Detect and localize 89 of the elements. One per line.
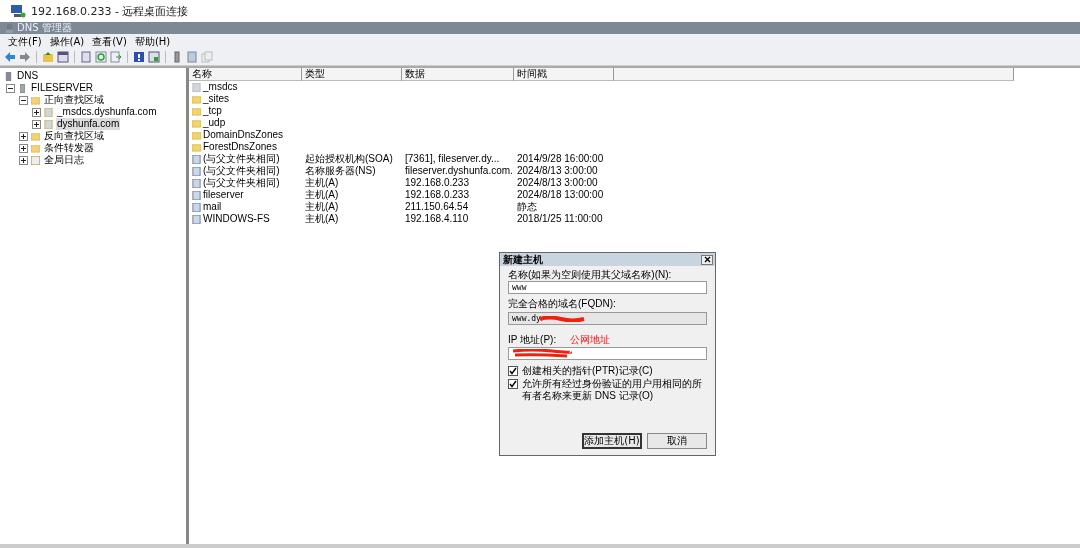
tree-item[interactable]: 反向查找区域: [43, 130, 105, 142]
forward-icon[interactable]: [19, 50, 31, 63]
redaction-mark: [512, 349, 572, 358]
fqdn-field: www.dy: [508, 312, 707, 325]
export-icon[interactable]: [110, 50, 122, 63]
record-data: 211.150.64.54: [405, 201, 469, 213]
record-data: 192.168.4.110: [405, 213, 469, 225]
zone-icon: [192, 82, 201, 92]
tree-item[interactable]: 全局日志: [43, 154, 85, 166]
record-type: 起始授权机构(SOA): [305, 153, 393, 165]
record-data: 192.168.0.233: [405, 177, 469, 189]
checkbox-label[interactable]: 允许所有经过身份验证的用户用相同的所有者名称来更新 DNS 记录(O): [522, 378, 707, 402]
record-name[interactable]: _tcp: [203, 105, 222, 117]
column-header[interactable]: 类型: [302, 68, 402, 81]
computer-icon: [10, 4, 26, 18]
app-title: DNS 管理器: [17, 22, 72, 34]
tree-item[interactable]: FILESERVER: [30, 82, 95, 94]
close-icon: [703, 256, 711, 263]
expand-icon[interactable]: [32, 119, 41, 129]
record-timestamp: 2018/1/25 11:00:00: [517, 213, 603, 225]
field-label: 名称(如果为空则使用其父域名称)(N):: [508, 269, 673, 281]
name-field[interactable]: www: [508, 281, 707, 294]
dialog-button[interactable]: 添加主机(H): [582, 433, 642, 449]
expand-icon[interactable]: [19, 155, 28, 165]
record-timestamp: 2024/8/18 13:00:00: [517, 189, 604, 201]
ip-field[interactable]: [508, 347, 707, 360]
checkbox[interactable]: [508, 366, 518, 376]
scrollbar[interactable]: [0, 544, 1080, 548]
field-label: IP 地址(P):: [508, 334, 557, 346]
window-title: 192.168.0.233 - 远程桌面连接: [31, 3, 189, 19]
pane-icon[interactable]: [57, 50, 69, 63]
menu-item[interactable]: 帮助(H): [134, 34, 171, 48]
column-header[interactable]: 时间戳: [514, 68, 614, 81]
record-name[interactable]: _udp: [203, 117, 226, 129]
window-icon[interactable]: [148, 50, 160, 63]
record-data: [7361], fileserver.dy...: [405, 153, 500, 165]
server-icon[interactable]: [171, 50, 183, 63]
record-name[interactable]: fileserver: [203, 189, 244, 201]
collapse-icon[interactable]: [6, 83, 15, 93]
record-name[interactable]: _sites: [203, 93, 230, 105]
dialog-title: 新建主机: [503, 253, 543, 266]
record-type: 主机(A): [305, 177, 339, 189]
back-icon[interactable]: [4, 50, 16, 63]
collapse-icon[interactable]: [19, 95, 28, 105]
dns-icon: [6, 23, 13, 33]
up-folder-icon[interactable]: [42, 50, 54, 63]
record-name[interactable]: DomainDnsZones: [203, 129, 284, 141]
record-data: 192.168.0.233: [405, 189, 469, 201]
folder-icon: [31, 95, 40, 105]
record-timestamp: 2024/8/13 3:00:00: [517, 165, 598, 177]
checkbox[interactable]: [508, 379, 518, 389]
dns-icon: [4, 71, 13, 81]
record-timestamp: 静态: [517, 201, 537, 213]
record-data: fileserver.dyshunfa.com.: [405, 165, 513, 177]
record-timestamp: 2024/8/13 3:00:00: [517, 177, 598, 189]
record-type: 主机(A): [305, 213, 339, 225]
refresh-icon[interactable]: [95, 50, 107, 63]
record-type: 主机(A): [305, 201, 339, 213]
record-name[interactable]: mail: [203, 201, 222, 213]
expand-icon[interactable]: [19, 131, 28, 141]
record-name[interactable]: ForestDnsZones: [203, 141, 277, 153]
checkbox-label[interactable]: 创建相关的指针(PTR)记录(C): [522, 365, 653, 377]
record-type: 名称服务器(NS): [305, 165, 376, 177]
record-name[interactable]: (与父文件夹相同): [203, 177, 280, 189]
tree-item[interactable]: DNS: [16, 70, 40, 82]
record-type: 主机(A): [305, 189, 339, 201]
document-icon[interactable]: [80, 50, 92, 63]
menu-item[interactable]: 文件(F): [8, 34, 42, 48]
record-name[interactable]: (与父文件夹相同): [203, 153, 280, 165]
record-name[interactable]: _msdcs: [203, 81, 238, 93]
dialog-button[interactable]: 取消: [647, 433, 707, 449]
field-label: 完全合格的域名(FQDN):: [508, 298, 617, 310]
tree-item[interactable]: 条件转发器: [43, 142, 95, 154]
server-icon: [18, 83, 27, 93]
annotation: 公网地址: [570, 333, 611, 347]
menu-item[interactable]: 操作(A): [49, 34, 85, 48]
menu-item[interactable]: 查看(V): [92, 34, 127, 48]
record-name[interactable]: WINDOWS-FS: [203, 213, 270, 225]
tree-item[interactable]: dyshunfa.com: [56, 118, 121, 130]
column-header[interactable]: 数据: [402, 68, 514, 81]
record-timestamp: 2014/9/28 16:00:00: [517, 153, 604, 165]
log-icon: [31, 155, 40, 165]
close-button[interactable]: [701, 254, 713, 265]
tree-item[interactable]: _msdcs.dyshunfa.com: [56, 106, 158, 118]
column-header[interactable]: 名称: [189, 68, 302, 81]
expand-icon[interactable]: [32, 107, 41, 117]
expand-icon[interactable]: [19, 143, 28, 153]
record-name[interactable]: (与父文件夹相同): [203, 165, 280, 177]
tree-item[interactable]: 正向查找区域: [43, 94, 105, 106]
